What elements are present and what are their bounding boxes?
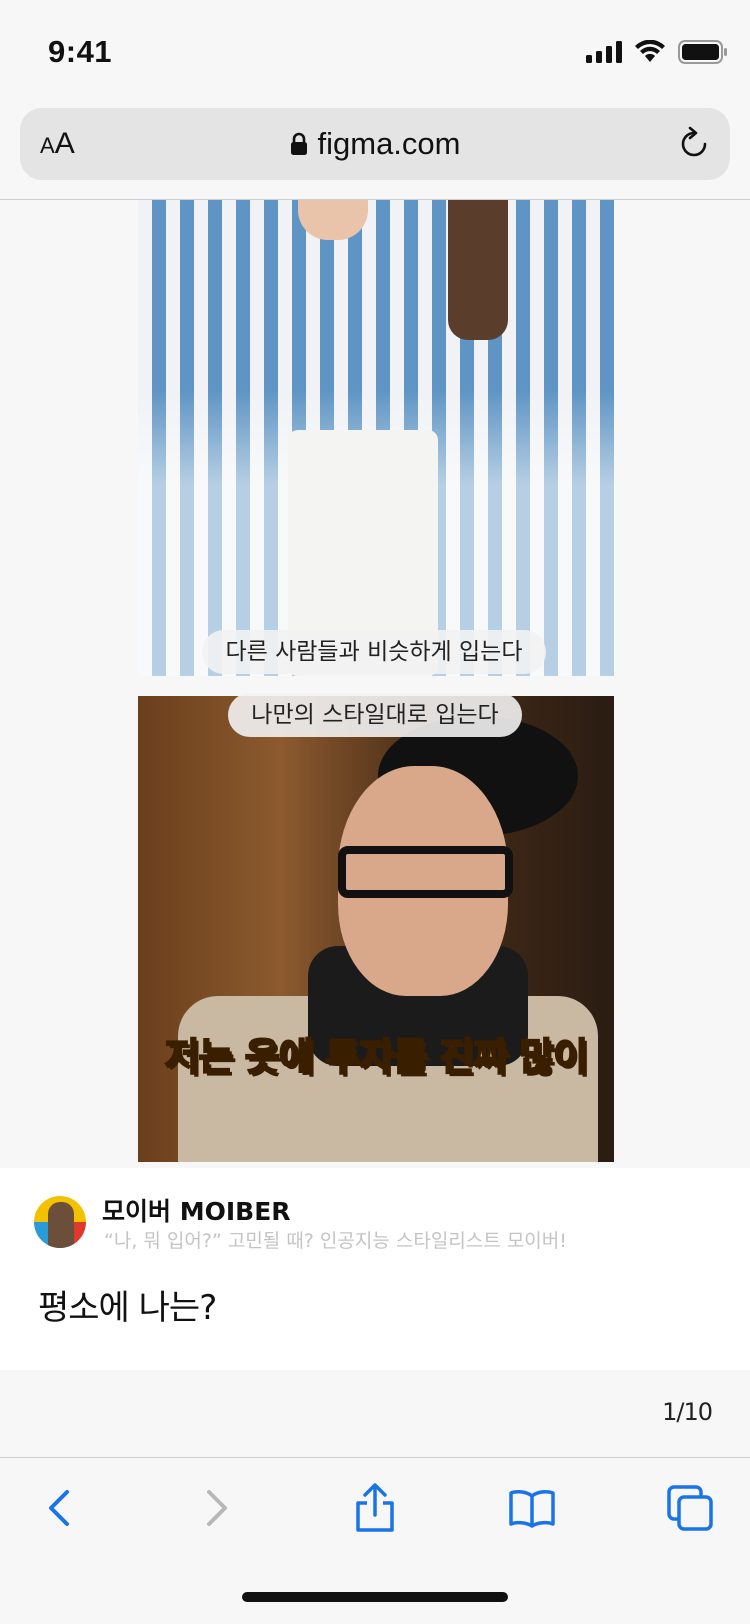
avatar [34,1196,86,1248]
share-button[interactable] [345,1478,405,1538]
photo-overlay-text: 저는 옷에 투자를 진짜 많이 [164,1034,589,1080]
option-photo-own-style[interactable]: 저는 옷에 투자를 진짜 많이 [138,696,614,1162]
status-time: 9:41 [48,34,113,69]
avatar-figure [48,1202,74,1248]
battery-icon [678,40,727,64]
bookmarks-button[interactable] [502,1478,562,1538]
account-description: “나, 뭐 입어?” 고민될 때? 인공지능 스타일리스트 모이버! [104,1230,567,1252]
wifi-icon [635,40,665,62]
forward-icon [207,1490,227,1526]
reload-icon[interactable] [676,126,712,162]
option-label-similar[interactable]: 다른 사람들과 비슷하게 입는다 [202,630,546,674]
home-indicator[interactable] [242,1592,508,1602]
forward-button[interactable] [186,1478,246,1538]
option-label-own-style[interactable]: 나만의 스타일대로 입는다 [228,693,522,737]
page-counter: 1/10 [662,1398,713,1426]
lock-icon [290,132,307,155]
tabs-icon [667,1485,713,1531]
bookmarks-icon [509,1490,555,1528]
question-card: 모이버 MOIBER “나, 뭐 입어?” 고민될 때? 인공지능 스타일리스트… [0,1168,750,1370]
option-photo-similar[interactable] [138,200,614,676]
tabs-button[interactable] [660,1478,720,1538]
url-text: figma.com [317,126,461,161]
status-bar: 9:41 [0,0,750,100]
share-icon [356,1483,394,1532]
cellular-signal-icon [586,41,622,63]
question-text: 평소에 나는? [38,1288,217,1328]
text-size-button[interactable]: AA [40,124,100,164]
back-button[interactable] [30,1478,90,1538]
photo-detail [338,846,513,898]
address-bar[interactable]: AA figma.com [20,108,730,180]
account-name: 모이버 MOIBER [102,1197,291,1226]
url-field[interactable]: figma.com [20,108,730,180]
status-icons [586,40,728,64]
back-icon [49,1490,69,1526]
